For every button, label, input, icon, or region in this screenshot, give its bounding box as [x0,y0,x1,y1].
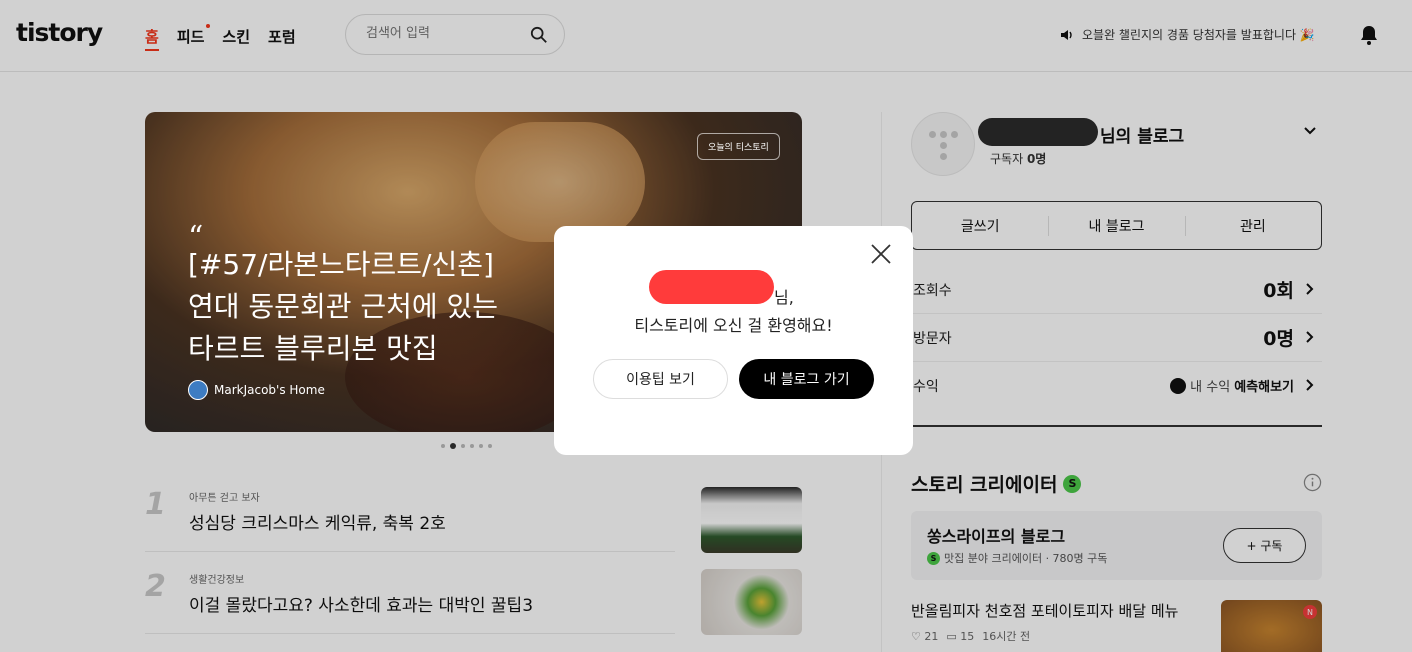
welcome-modal: 님, 티스토리에 오신 걸 환영해요! 이용팁 보기 내 블로그 가기 [554,226,913,455]
redacted-user-name [649,270,774,304]
title-line: 타르트 블루리본 맛집 [188,332,438,365]
name-suffix: 님, [774,288,794,307]
close-icon[interactable] [870,243,892,265]
view-tips-button[interactable]: 이용팁 보기 [593,359,728,399]
title-line: 연대 동문회관 근처에 있는 [188,290,499,323]
title-line: [#57/라본느타르트/신촌] [188,248,494,281]
today-tistory-badge: 오늘의 티스토리 [697,133,780,160]
welcome-message: 티스토리에 오신 걸 환영해요! [634,316,833,335]
featured-post-title: [#57/라본느타르트/신촌] 연대 동문회관 근처에 있는 타르트 블루리본 … [188,244,548,370]
author-avatar [188,380,208,400]
author-name: MarkJacob's Home [214,383,325,397]
featured-author[interactable]: MarkJacob's Home [188,380,325,400]
go-to-my-blog-button[interactable]: 내 블로그 가기 [739,359,874,399]
